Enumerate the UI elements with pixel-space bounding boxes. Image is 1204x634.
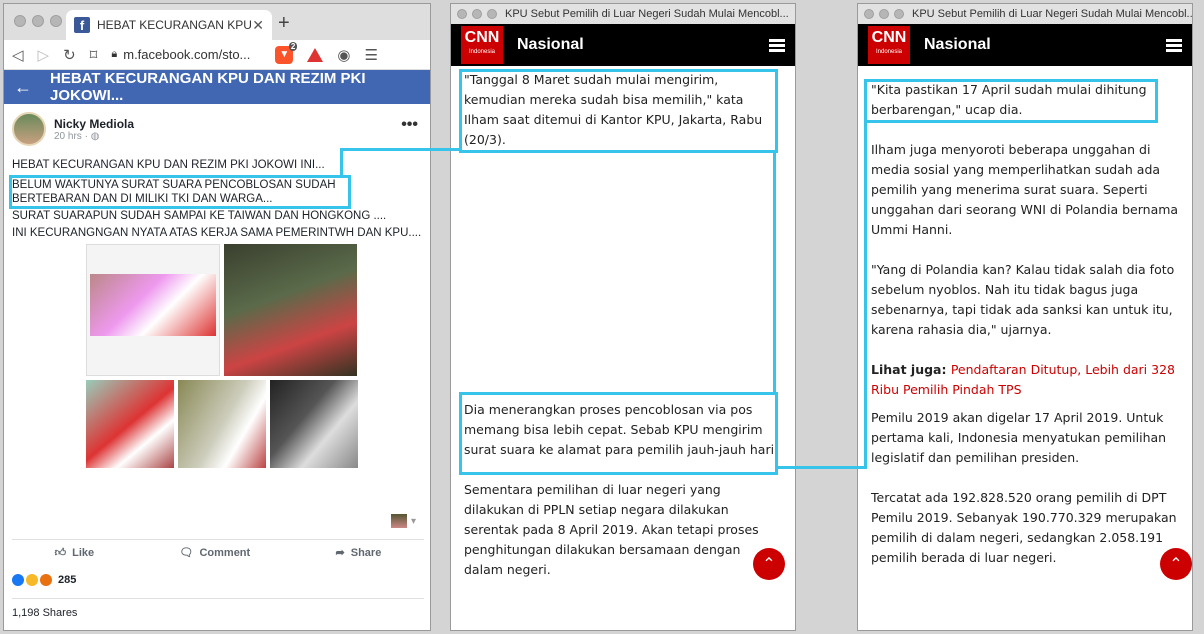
post-time: 20 hrs · ◍ (54, 130, 100, 142)
brave-shield-icon[interactable]: ▼ 2 (275, 41, 298, 64)
section-title[interactable]: Nasional (517, 36, 769, 54)
scroll-top-button[interactable]: ⌃ (1160, 548, 1192, 580)
page-header: ← HEBAT KECURANGAN KPU DAN REZIM PKI JOK… (4, 70, 430, 104)
facebook-icon: f (74, 17, 90, 33)
article-paragraph: Ilham juga menyoroti beberapa unggahan d… (871, 142, 1179, 237)
cnn-header: CNN Indonesia Nasional (451, 24, 795, 66)
reaction-count: 285 (58, 574, 77, 586)
lock-icon: 🔒︎ (111, 48, 118, 60)
cnn-logo[interactable]: CNN Indonesia (461, 26, 503, 64)
haha-reaction-icon (26, 574, 38, 586)
like-button[interactable]: 👍︎ Like (54, 546, 95, 560)
post-line: INI KECURANGNGAN NYATA ATAS KERJA SAMA P… (12, 227, 422, 239)
new-tab-icon[interactable]: + (278, 12, 290, 35)
hamburger-menu-icon[interactable] (1166, 38, 1182, 52)
reload-icon[interactable]: ↻ (63, 46, 76, 64)
window-title-bar: KPU Sebut Pemilih di Luar Negeri Sudah M… (858, 4, 1192, 24)
scroll-top-button[interactable]: ⌃ (753, 548, 785, 580)
photo[interactable] (86, 380, 174, 468)
connector-line (864, 121, 867, 469)
back-icon[interactable]: ◁ (12, 46, 24, 64)
address-bar[interactable]: 🔒︎ m.facebook.com/sto... (111, 47, 261, 62)
article-paragraph: Pemilu 2019 akan digelar 17 April 2019. … (871, 410, 1167, 465)
comment-icon: 🗨︎ (179, 547, 194, 559)
connector-line (340, 148, 461, 151)
window-title-bar: KPU Sebut Pemilih di Luar Negeri Sudah M… (451, 4, 795, 24)
profile-icon[interactable]: ◉ (337, 46, 350, 64)
browser-tab[interactable]: f HEBAT KECURANGAN KPU DAN ✕ (66, 10, 272, 40)
window-title: KPU Sebut Pemilih di Luar Negeri Sudah M… (505, 8, 789, 20)
tab-title: HEBAT KECURANGAN KPU DAN (97, 18, 252, 32)
article-paragraph: Sementara pemilihan di luar negeri yang … (464, 482, 759, 577)
shares-count[interactable]: 1,198 Shares (12, 598, 424, 619)
tab-bar: f HEBAT KECURANGAN KPU DAN ✕ + (4, 4, 430, 40)
author-name[interactable]: Nicky Mediola (54, 117, 134, 131)
rewards-icon[interactable] (307, 47, 324, 62)
cnn-logo[interactable]: CNN Indonesia (868, 26, 910, 64)
window-controls[interactable] (14, 15, 62, 27)
connector-line (340, 148, 343, 178)
cnn-header: CNN Indonesia Nasional (858, 24, 1192, 66)
page-selector[interactable]: ▾ (390, 514, 416, 528)
post-line: SURAT SUARAPUN SUDAH SAMPAI KE TAIWAN DA… (12, 210, 387, 222)
post-author: Nicky Mediola 20 hrs · ◍ (12, 112, 422, 146)
window-title: KPU Sebut Pemilih di Luar Negeri Sudah M… (912, 8, 1192, 20)
post-text: HEBAT KECURANGAN KPU DAN REZIM PKI JOKOW… (9, 158, 422, 240)
nav-bar: ◁ ▷ ↻ ⌑ 🔒︎ m.facebook.com/sto... ▼ 2 ◉ ☰ (4, 40, 430, 70)
related-link: Lihat juga: Pendaftaran Ditutup, Lebih d… (871, 362, 1175, 397)
close-tab-icon[interactable]: ✕ (252, 17, 264, 34)
post-line-highlighted: BELUM WAKTUNYA SURAT SUARA PENCOBLOSAN S… (9, 175, 351, 209)
hamburger-menu-icon[interactable] (769, 38, 785, 52)
article-paragraph: "Yang di Polandia kan? Kalau tidak salah… (871, 262, 1175, 337)
menu-icon[interactable]: ☰ (364, 46, 377, 64)
back-arrow-icon[interactable]: ← (14, 77, 32, 98)
photo-screenshot[interactable] (86, 244, 220, 376)
section-title[interactable]: Nasional (924, 36, 1166, 54)
article-paragraph: Tercatat ada 192.828.520 orang pemilih d… (871, 490, 1177, 565)
forward-icon[interactable]: ▷ (38, 46, 50, 64)
article-body: "Kita pastikan 17 April sudah mulai dihi… (858, 66, 1192, 568)
like-reaction-icon (12, 574, 24, 586)
thumbs-up-icon: 👍︎ (54, 547, 67, 559)
angry-reaction-icon (40, 574, 52, 586)
highlight-box (864, 79, 1158, 123)
post-actions: 👍︎ Like 🗨︎ Comment ➦ Share (12, 539, 424, 559)
avatar[interactable] (12, 112, 46, 146)
post-line: HEBAT KECURANGAN KPU DAN REZIM PKI JOKOW… (12, 159, 325, 171)
reactions[interactable]: 285 (12, 574, 76, 586)
facebook-window: f HEBAT KECURANGAN KPU DAN ✕ + ◁ ▷ ↻ ⌑ 🔒… (3, 3, 431, 631)
url-text: m.facebook.com/sto... (123, 47, 251, 62)
connector-line (775, 466, 866, 469)
share-icon: ➦ (335, 547, 345, 559)
comment-button[interactable]: 🗨︎ Comment (179, 546, 251, 560)
post: Nicky Mediola 20 hrs · ◍ ••• HEBAT KECUR… (4, 104, 430, 482)
bookmark-icon[interactable]: ⌑ (90, 46, 98, 64)
highlight-box (459, 69, 778, 153)
connector-line (773, 150, 776, 394)
highlight-box (459, 392, 778, 475)
globe-icon: ◍ (90, 130, 100, 142)
photo[interactable] (224, 244, 357, 376)
share-button[interactable]: ➦ Share (335, 546, 382, 560)
photo-grid (12, 244, 422, 474)
photo[interactable] (178, 380, 266, 468)
more-options-icon[interactable]: ••• (401, 116, 418, 134)
page-title: HEBAT KECURANGAN KPU DAN REZIM PKI JOKOW… (50, 70, 366, 104)
photo[interactable] (270, 380, 358, 468)
